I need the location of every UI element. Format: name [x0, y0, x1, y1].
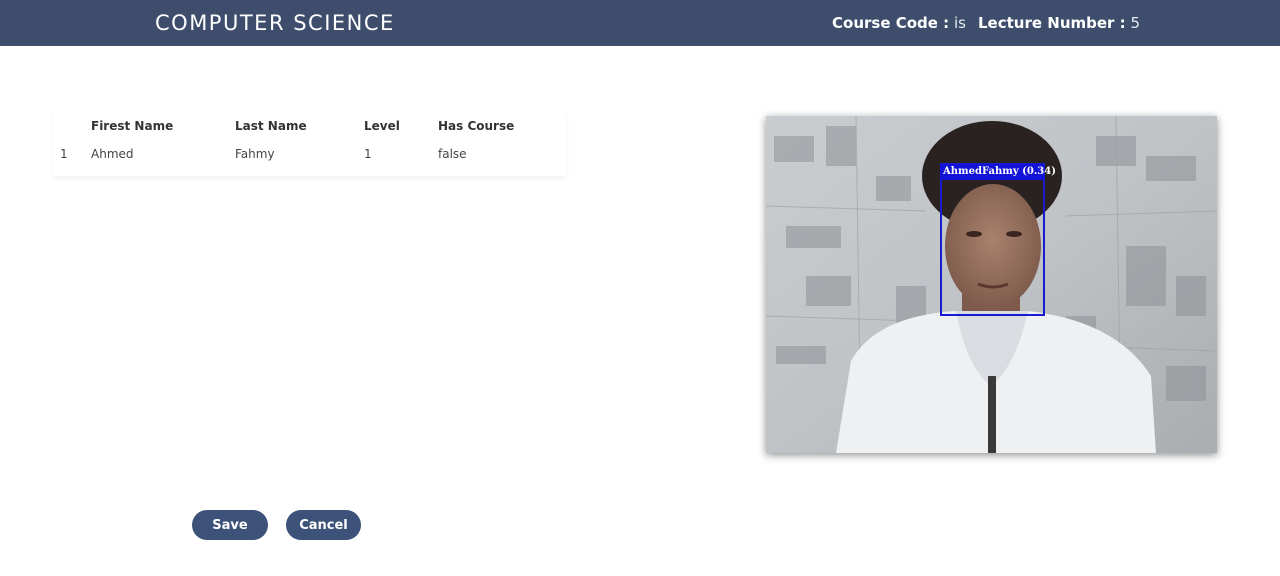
cell-first-name: Ahmed: [91, 147, 134, 161]
column-header-last-name: Last Name: [235, 119, 307, 133]
cancel-button[interactable]: Cancel: [286, 510, 361, 540]
save-button[interactable]: Save: [192, 510, 268, 540]
face-detection-label: AhmedFahmy (0.34): [940, 164, 1056, 180]
app-title: COMPUTER SCIENCE: [155, 11, 395, 35]
camera-feed: AhmedFahmy (0.34): [766, 116, 1217, 453]
cell-has-course: false: [438, 147, 467, 161]
header-bar: COMPUTER SCIENCE Course Code : is Lectur…: [0, 0, 1280, 46]
course-code: Course Code : is: [832, 14, 966, 32]
column-header-level: Level: [364, 119, 400, 133]
lecture-number-label: Lecture Number :: [978, 14, 1126, 32]
table-header-row: Firest Name Last Name Level Has Course: [54, 112, 566, 140]
cell-level: 1: [364, 147, 372, 161]
face-detection-box: [940, 163, 1045, 316]
table-row[interactable]: 1 Ahmed Fahmy 1 false: [54, 140, 566, 168]
lecture-number-value: 5: [1130, 14, 1140, 32]
course-code-label: Course Code :: [832, 14, 950, 32]
cell-index: 1: [60, 147, 68, 161]
students-table-container: Firest Name Last Name Level Has Course 1…: [54, 112, 566, 176]
course-code-value: is: [953, 14, 966, 32]
students-table: Firest Name Last Name Level Has Course 1…: [54, 112, 566, 168]
column-header-has-course: Has Course: [438, 119, 515, 133]
cell-last-name: Fahmy: [235, 147, 275, 161]
column-header-index: [54, 112, 91, 140]
lecture-number: Lecture Number : 5: [978, 14, 1140, 32]
column-header-first-name: Firest Name: [91, 119, 174, 133]
